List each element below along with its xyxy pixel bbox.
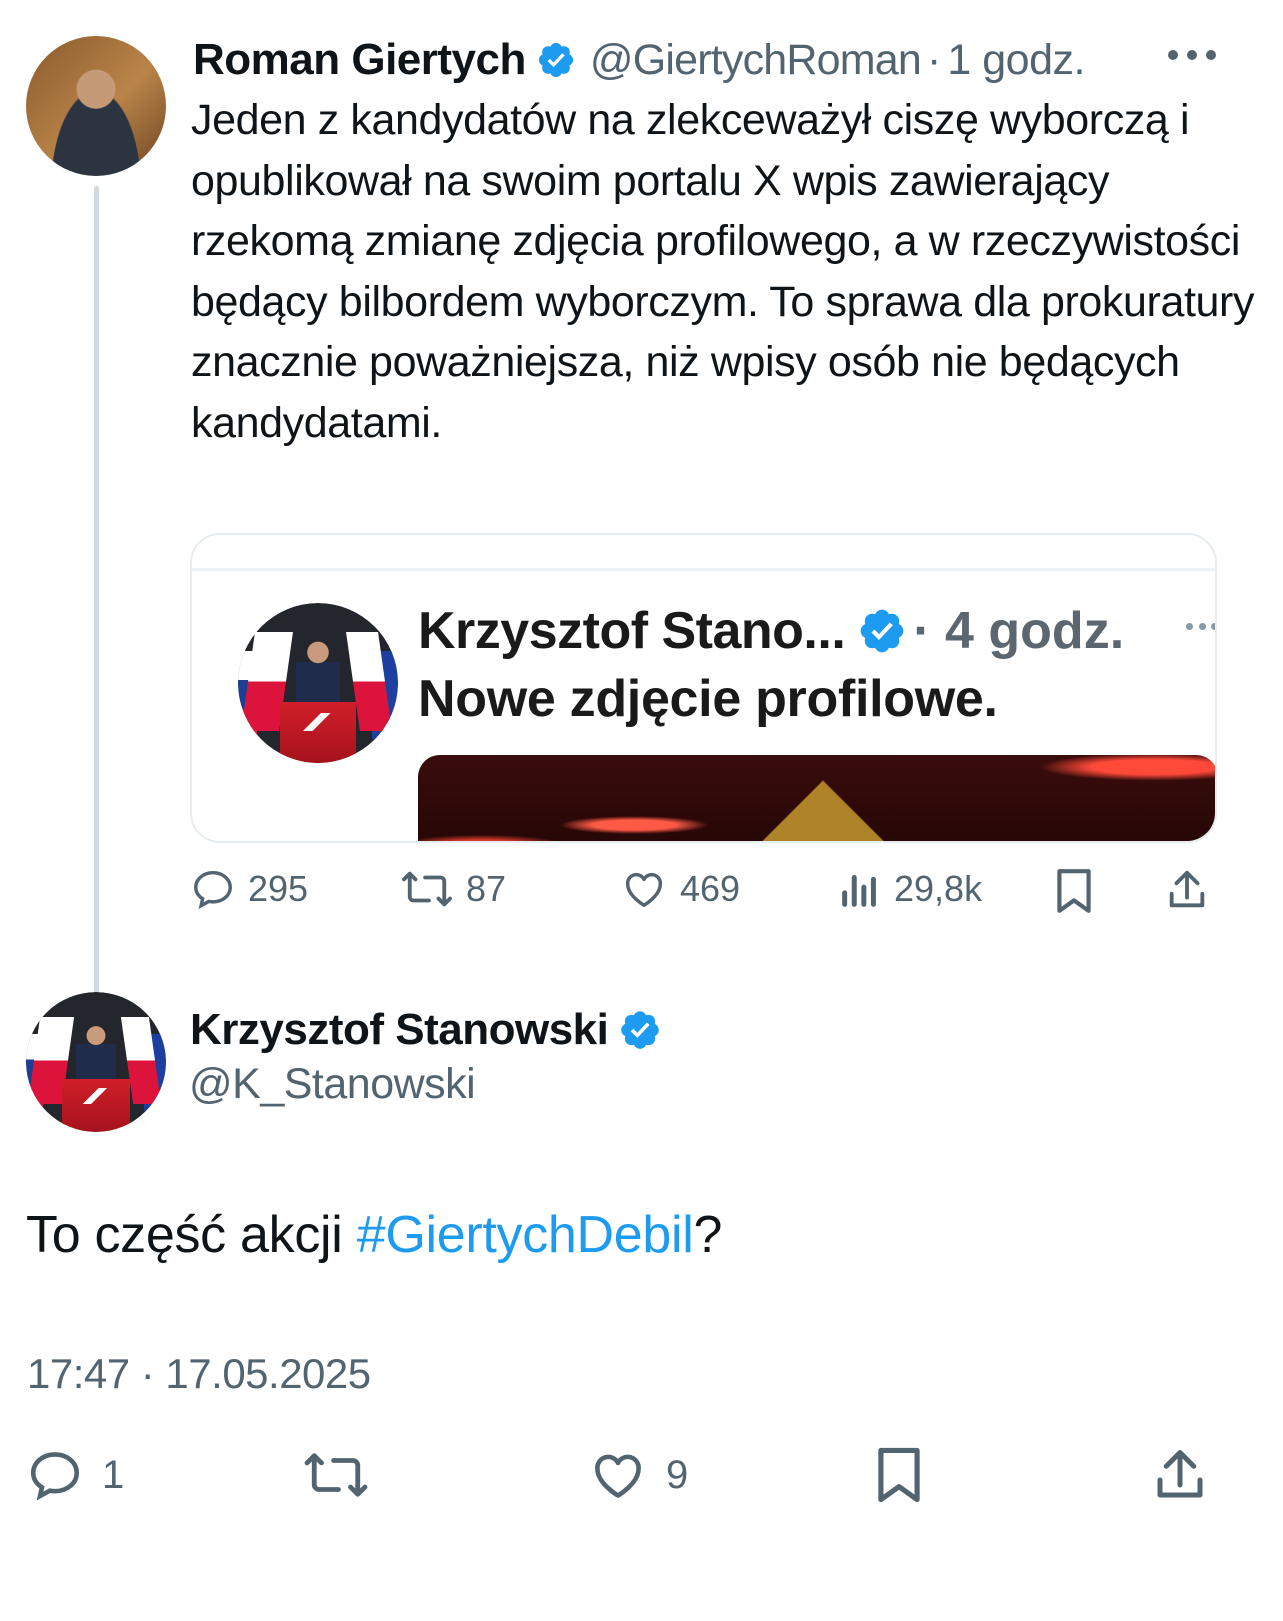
- quoted-avatar: [238, 603, 398, 763]
- hashtag-link[interactable]: #GiertychDebil: [357, 1206, 694, 1264]
- reply-icon: [30, 1452, 80, 1501]
- reply-author-handle[interactable]: @K_Stanowski: [189, 1060, 476, 1109]
- like-icon: [625, 872, 663, 908]
- reply-icon: [194, 870, 232, 910]
- bookmark-icon: [878, 1447, 920, 1503]
- avatar-giertych[interactable]: [26, 36, 166, 176]
- quoted-time: · 4 godz.: [913, 602, 1125, 660]
- share-button[interactable]: [1150, 1444, 1210, 1506]
- reply-text-after: ?: [693, 1206, 723, 1264]
- like-button[interactable]: 9: [588, 1446, 688, 1504]
- repost-count: 87: [466, 868, 507, 909]
- verified-badge-icon: [538, 42, 573, 78]
- share-icon: [1157, 1450, 1203, 1498]
- bookmark-icon: [1057, 869, 1091, 913]
- more-icon[interactable]: [1168, 40, 1216, 70]
- reply-button[interactable]: 1: [26, 1446, 124, 1504]
- author-name[interactable]: Roman Giertych: [193, 35, 526, 85]
- verified-badge-icon: [621, 1011, 660, 1049]
- quoted-author-name: Krzysztof Stano...: [418, 602, 846, 660]
- author-handle[interactable]: @GiertychRoman: [590, 36, 922, 85]
- reply-author-name[interactable]: Krzysztof Stanowski: [190, 1005, 609, 1055]
- parent-tweet-header: Roman Giertych @GiertychRoman · 1 godz.: [193, 32, 1085, 88]
- avatar-stanowski[interactable]: [26, 992, 166, 1132]
- quote-top-strip: [192, 535, 1215, 571]
- parent-tweet-text: Jeden z kandydatów na zlekceważył ciszę …: [191, 96, 1255, 447]
- separator-dot: ·: [927, 35, 942, 84]
- views-icon: [842, 875, 876, 907]
- like-count: 469: [680, 868, 741, 909]
- tweet-time[interactable]: 1 godz.: [947, 36, 1085, 85]
- reply-header: Krzysztof Stanowski: [190, 1002, 662, 1058]
- quoted-text: Nowe zdjęcie profilowe.: [418, 670, 998, 728]
- repost-button[interactable]: [302, 1446, 370, 1504]
- repost-button[interactable]: 87: [400, 866, 506, 912]
- bookmark-button[interactable]: [872, 1444, 926, 1506]
- views-count: 29,8k: [894, 868, 983, 909]
- quoted-header: Krzysztof Stano... · 4 godz.: [418, 599, 1124, 663]
- tweet-timestamp[interactable]: 17:47 · 17.05.2025: [27, 1350, 371, 1398]
- reply-tweet-text: To część akcji #GiertychDebil?: [26, 1205, 722, 1265]
- like-count: 9: [666, 1452, 689, 1497]
- bookmark-button[interactable]: [1052, 866, 1096, 916]
- verified-badge-icon: [860, 609, 904, 653]
- repost-icon: [402, 871, 452, 907]
- reply-button[interactable]: 295: [190, 866, 308, 912]
- more-icon: [1186, 623, 1215, 635]
- views-button[interactable]: 29,8k: [838, 866, 982, 912]
- like-button[interactable]: 469: [620, 866, 740, 912]
- quoted-tweet-card[interactable]: Krzysztof Stano... · 4 godz. Nowe zdjęci…: [190, 533, 1217, 843]
- share-button[interactable]: [1164, 866, 1210, 914]
- reply-text-before: To część akcji: [26, 1206, 357, 1264]
- thread-line: [94, 186, 99, 1006]
- like-icon: [595, 1454, 641, 1498]
- quoted-media-image: [418, 755, 1215, 841]
- share-icon: [1169, 870, 1205, 908]
- repost-icon: [304, 1453, 368, 1497]
- reply-count: 295: [248, 868, 309, 909]
- reply-count: 1: [102, 1452, 125, 1497]
